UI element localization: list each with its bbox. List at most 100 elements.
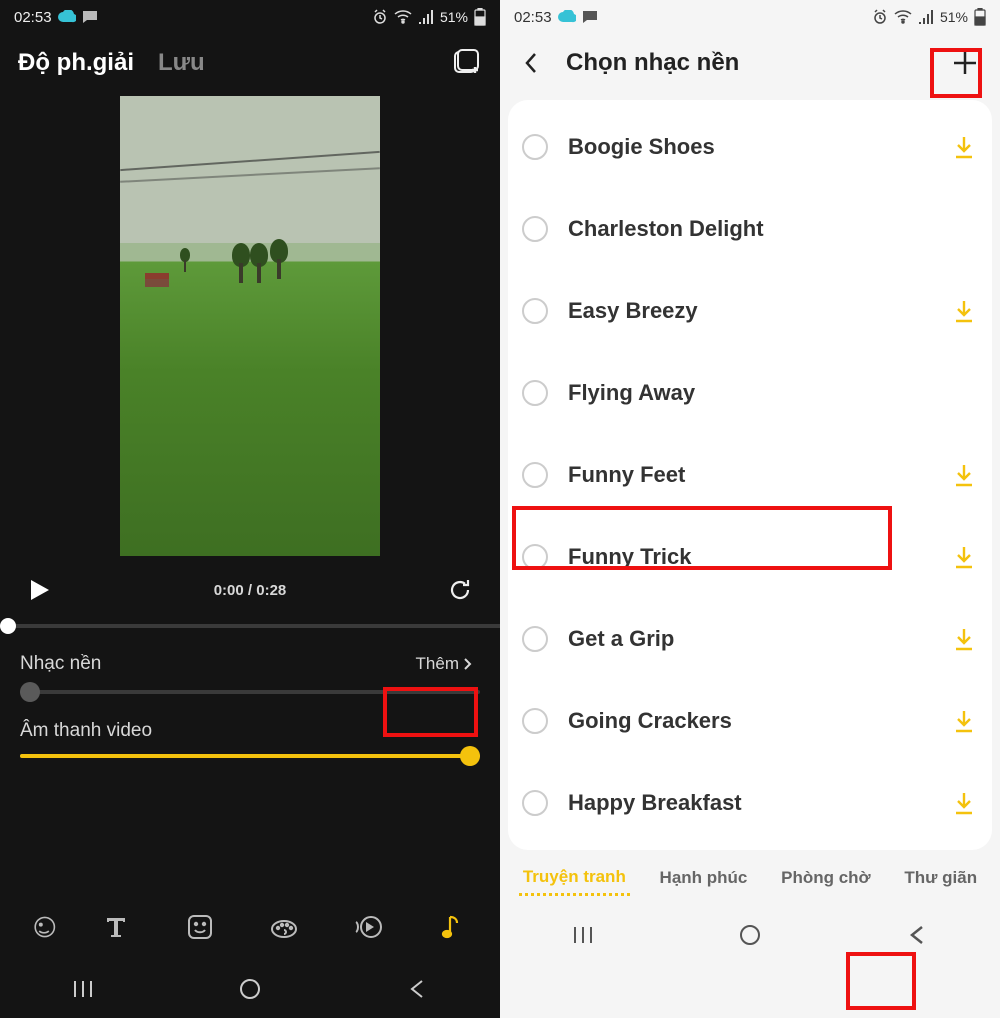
nav-recents[interactable] <box>53 969 113 1009</box>
song-name: Happy Breakfast <box>568 790 930 816</box>
song-radio[interactable] <box>522 790 548 816</box>
song-radio[interactable] <box>522 708 548 734</box>
song-row[interactable]: Easy Breezy <box>522 270 978 352</box>
draw-tool-icon[interactable] <box>260 907 308 947</box>
nav-back[interactable] <box>887 915 947 955</box>
loop-button[interactable] <box>440 570 480 610</box>
text-tool-icon[interactable] <box>92 907 140 947</box>
alarm-icon <box>872 9 888 25</box>
nav-back[interactable] <box>387 969 447 1009</box>
face-tool-icon[interactable] <box>24 907 56 947</box>
nav-recents[interactable] <box>553 915 613 955</box>
videoaudio-label: Âm thanh video <box>20 720 152 742</box>
signal-icon <box>918 10 934 24</box>
bgmusic-section: Nhạc nền Thêm <box>0 628 500 698</box>
song-name: Funny Feet <box>568 462 930 488</box>
song-radio[interactable] <box>522 298 548 324</box>
bgmusic-more-button[interactable]: Thêm <box>408 650 480 678</box>
song-row[interactable]: Charleston Delight <box>522 188 978 270</box>
music-tool-icon[interactable] <box>428 907 476 947</box>
chat-icon <box>582 10 598 24</box>
videoaudio-slider[interactable] <box>20 754 480 758</box>
picker-title: Chọn nhạc nền <box>566 49 739 77</box>
category-tabs: Truyện tranh Hạnh phúc Phòng chờ Thư giã… <box>500 850 1000 906</box>
alarm-icon <box>372 9 388 25</box>
download-icon[interactable] <box>950 625 978 653</box>
song-name: Flying Away <box>568 380 930 406</box>
cloud-icon <box>558 10 576 24</box>
song-radio[interactable] <box>522 626 548 652</box>
nav-home[interactable] <box>720 915 780 955</box>
add-music-button[interactable] <box>946 44 984 82</box>
cloud-icon <box>58 10 76 24</box>
song-name: Get a Grip <box>568 626 930 652</box>
sticker-tool-icon[interactable] <box>176 907 224 947</box>
timecode: 0:00 / 0:28 <box>70 582 430 599</box>
song-list[interactable]: Boogie Shoes Charleston Delight Easy Breez… <box>508 100 992 850</box>
back-button[interactable] <box>516 48 546 78</box>
tab-comic[interactable]: Truyện tranh <box>519 861 630 896</box>
song-name: Going Crackers <box>568 708 930 734</box>
download-icon[interactable] <box>950 297 978 325</box>
tab-lobby[interactable]: Phòng chờ <box>777 862 875 894</box>
videoaudio-section: Âm thanh video <box>0 698 500 762</box>
status-bar: 02:53 51% <box>500 0 1000 34</box>
status-bar: 02:53 51% <box>0 0 500 34</box>
song-row[interactable]: Funny Trick <box>522 516 978 598</box>
export-plus-icon[interactable] <box>452 48 482 78</box>
song-radio[interactable] <box>522 380 548 406</box>
song-row[interactable]: Boogie Shoes <box>522 106 978 188</box>
download-icon[interactable] <box>950 133 978 161</box>
song-radio[interactable] <box>522 544 548 570</box>
download-icon[interactable] <box>950 379 978 407</box>
download-icon[interactable] <box>950 543 978 571</box>
resolution-button[interactable]: Độ ph.giải <box>18 49 134 77</box>
song-radio[interactable] <box>522 134 548 160</box>
tool-strip <box>0 894 500 960</box>
video-preview[interactable] <box>0 92 500 560</box>
more-label: Thêm <box>416 654 459 674</box>
song-row[interactable]: Get a Grip <box>522 598 978 680</box>
download-icon[interactable] <box>950 215 978 243</box>
song-row[interactable]: Going Crackers <box>522 680 978 762</box>
battery-icon <box>974 8 986 26</box>
song-row[interactable]: Funny Feet <box>522 434 978 516</box>
song-row[interactable]: Happy Breakfast <box>522 762 978 844</box>
download-icon[interactable] <box>950 461 978 489</box>
bgmusic-label: Nhạc nền <box>20 653 101 675</box>
chat-icon <box>82 10 98 24</box>
tab-relax[interactable]: Thư giãn <box>900 862 981 894</box>
song-name: Funny Trick <box>568 544 930 570</box>
save-button[interactable]: Lưu <box>158 49 205 77</box>
nav-home[interactable] <box>220 969 280 1009</box>
android-navbar <box>0 960 500 1018</box>
battery-pct: 51% <box>940 9 968 25</box>
wifi-icon <box>894 10 912 24</box>
editor-screen: 02:53 51% Độ ph.giải Lưu <box>0 0 500 1018</box>
download-icon[interactable] <box>950 789 978 817</box>
signal-icon <box>418 10 434 24</box>
wifi-icon <box>394 10 412 24</box>
tab-happy[interactable]: Hạnh phúc <box>656 862 752 894</box>
song-name: Easy Breezy <box>568 298 930 324</box>
playback-controls: 0:00 / 0:28 <box>0 560 500 610</box>
music-picker-screen: 02:53 51% Chọn nhạc nền Boogie ShoesCh <box>500 0 1000 1018</box>
bgmusic-slider[interactable] <box>20 690 480 694</box>
song-radio[interactable] <box>522 462 548 488</box>
song-name: Charleston Delight <box>568 216 930 242</box>
download-icon[interactable] <box>950 707 978 735</box>
song-row[interactable]: Flying Away <box>522 352 978 434</box>
play-button[interactable] <box>20 570 60 610</box>
chevron-right-icon <box>463 657 472 671</box>
status-time: 02:53 <box>514 9 552 26</box>
song-name: Boogie Shoes <box>568 134 930 160</box>
battery-pct: 51% <box>440 9 468 25</box>
status-time: 02:53 <box>14 9 52 26</box>
battery-icon <box>474 8 486 26</box>
timeline[interactable] <box>0 624 500 628</box>
editor-topbar: Độ ph.giải Lưu <box>0 34 500 92</box>
picker-header: Chọn nhạc nền <box>500 34 1000 92</box>
android-navbar <box>500 906 1000 964</box>
speed-tool-icon[interactable] <box>344 907 392 947</box>
song-radio[interactable] <box>522 216 548 242</box>
